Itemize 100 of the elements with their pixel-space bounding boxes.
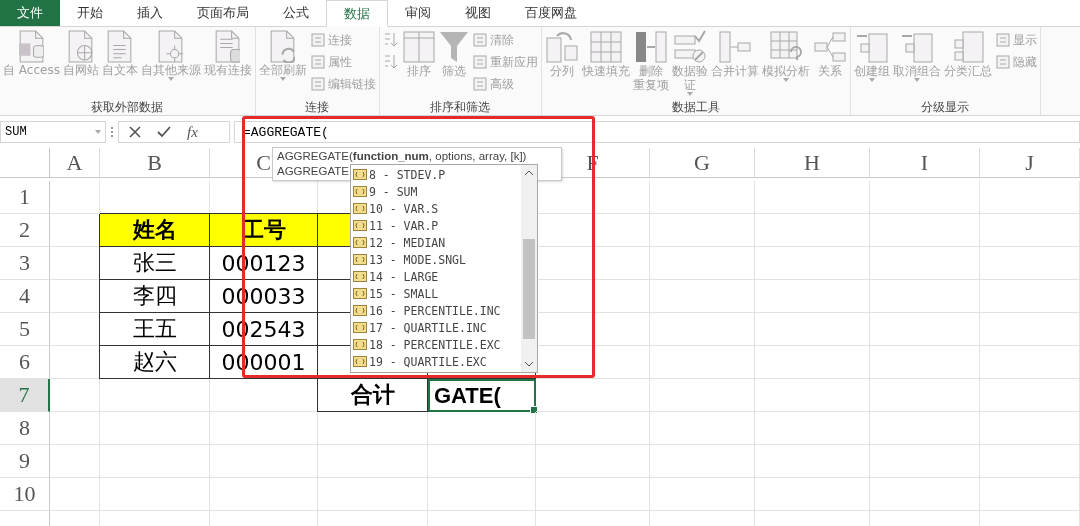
autocomplete-item[interactable]: 9 - SUM — [351, 183, 521, 200]
table-cell[interactable]: 张三 — [100, 247, 210, 280]
column-header[interactable]: J — [980, 148, 1080, 178]
table-cell[interactable] — [980, 412, 1080, 445]
table-cell[interactable] — [870, 280, 980, 313]
active-cell[interactable]: GATE( — [428, 379, 536, 412]
row-header[interactable]: 9 — [0, 445, 50, 478]
table-cell[interactable]: 李四 — [100, 280, 210, 313]
table-cell[interactable] — [980, 445, 1080, 478]
table-cell[interactable] — [100, 379, 210, 412]
row-header[interactable]: 2 — [0, 214, 50, 247]
table-cell[interactable] — [650, 280, 755, 313]
scroll-up-icon[interactable] — [524, 169, 534, 177]
file-tab[interactable]: 文件 — [0, 0, 60, 26]
autocomplete-item[interactable]: 18 - PERCENTILE.EXC — [351, 336, 521, 353]
table-cell[interactable] — [870, 379, 980, 412]
autocomplete-item[interactable]: 15 - SMALL — [351, 285, 521, 302]
table-cell[interactable] — [755, 346, 870, 379]
table-cell[interactable] — [755, 478, 870, 511]
cancel-icon[interactable] — [129, 126, 141, 138]
autocomplete-item[interactable]: 14 - LARGE — [351, 268, 521, 285]
table-cell[interactable] — [650, 379, 755, 412]
table-cell[interactable] — [980, 478, 1080, 511]
table-cell[interactable] — [536, 445, 650, 478]
table-cell[interactable] — [536, 412, 650, 445]
table-cell[interactable] — [650, 346, 755, 379]
table-cell[interactable] — [980, 379, 1080, 412]
table-cell[interactable] — [870, 181, 980, 214]
table-cell[interactable] — [980, 214, 1080, 247]
table-cell[interactable] — [650, 478, 755, 511]
table-cell[interactable] — [50, 445, 100, 478]
scroll-thumb[interactable] — [523, 239, 535, 339]
row-header[interactable]: 1 — [0, 181, 50, 214]
table-cell[interactable] — [870, 214, 980, 247]
row-header[interactable]: 5 — [0, 313, 50, 346]
table-cell[interactable] — [428, 445, 536, 478]
row-header[interactable]: 3 — [0, 247, 50, 280]
checkmark-icon[interactable] — [157, 126, 171, 138]
table-cell[interactable] — [536, 379, 650, 412]
table-cell[interactable] — [50, 412, 100, 445]
table-cell[interactable] — [100, 478, 210, 511]
table-cell[interactable] — [50, 181, 100, 214]
ribbon-tab[interactable]: 页面布局 — [180, 0, 266, 26]
table-cell[interactable] — [870, 247, 980, 280]
table-cell[interactable] — [536, 478, 650, 511]
ribbon-tab[interactable]: 数据 — [326, 0, 388, 27]
table-cell[interactable] — [980, 181, 1080, 214]
autocomplete-item[interactable]: 13 - MODE.SNGL — [351, 251, 521, 268]
ribbon-tab[interactable]: 插入 — [120, 0, 180, 26]
table-cell[interactable] — [870, 412, 980, 445]
autocomplete-item[interactable]: 19 - QUARTILE.EXC — [351, 353, 521, 370]
table-cell[interactable] — [870, 346, 980, 379]
scroll-down-icon[interactable] — [524, 360, 534, 368]
table-cell[interactable] — [318, 445, 428, 478]
table-cell[interactable] — [980, 346, 1080, 379]
ribbon-tab[interactable]: 视图 — [448, 0, 508, 26]
table-cell[interactable]: 赵六 — [100, 346, 210, 379]
name-box[interactable]: SUM — [0, 121, 106, 143]
column-header[interactable]: B — [100, 148, 210, 178]
table-cell[interactable] — [980, 280, 1080, 313]
table-cell[interactable]: 合计 — [318, 379, 428, 412]
table-cell[interactable] — [428, 412, 536, 445]
table-cell[interactable] — [650, 445, 755, 478]
row-header[interactable]: 10 — [0, 478, 50, 511]
row-header[interactable]: 4 — [0, 280, 50, 313]
table-cell[interactable] — [210, 412, 318, 445]
autocomplete-item[interactable]: 16 - PERCENTILE.INC — [351, 302, 521, 319]
table-cell[interactable] — [650, 214, 755, 247]
row-header[interactable]: 7 — [0, 379, 50, 412]
table-cell[interactable] — [755, 280, 870, 313]
table-cell[interactable] — [210, 445, 318, 478]
table-cell[interactable] — [980, 247, 1080, 280]
table-cell[interactable] — [318, 412, 428, 445]
table-cell[interactable] — [870, 478, 980, 511]
column-header[interactable]: H — [755, 148, 870, 178]
table-cell[interactable] — [755, 313, 870, 346]
insert-function-button[interactable]: fx — [187, 123, 198, 141]
table-cell[interactable] — [755, 181, 870, 214]
table-cell[interactable] — [980, 313, 1080, 346]
table-cell[interactable] — [870, 313, 980, 346]
more-options-icon[interactable] — [110, 126, 114, 138]
ribbon-tab[interactable]: 开始 — [60, 0, 120, 26]
table-cell[interactable] — [650, 181, 755, 214]
table-cell[interactable] — [755, 379, 870, 412]
table-cell[interactable]: 王五 — [100, 313, 210, 346]
autocomplete-item[interactable]: 11 - VAR.P — [351, 217, 521, 234]
formula-field[interactable]: =AGGREGATE( — [234, 121, 1080, 143]
autocomplete-item[interactable]: 10 - VAR.S — [351, 200, 521, 217]
ribbon-tab[interactable]: 公式 — [266, 0, 326, 26]
table-cell[interactable] — [210, 478, 318, 511]
fill-handle[interactable] — [530, 406, 538, 414]
table-cell[interactable] — [100, 445, 210, 478]
table-cell[interactable] — [755, 214, 870, 247]
table-cell[interactable] — [318, 478, 428, 511]
table-cell[interactable] — [50, 478, 100, 511]
table-cell[interactable] — [870, 445, 980, 478]
table-cell[interactable] — [428, 478, 536, 511]
table-cell[interactable] — [755, 445, 870, 478]
ribbon-tab[interactable]: 百度网盘 — [508, 0, 594, 26]
table-cell[interactable] — [100, 412, 210, 445]
